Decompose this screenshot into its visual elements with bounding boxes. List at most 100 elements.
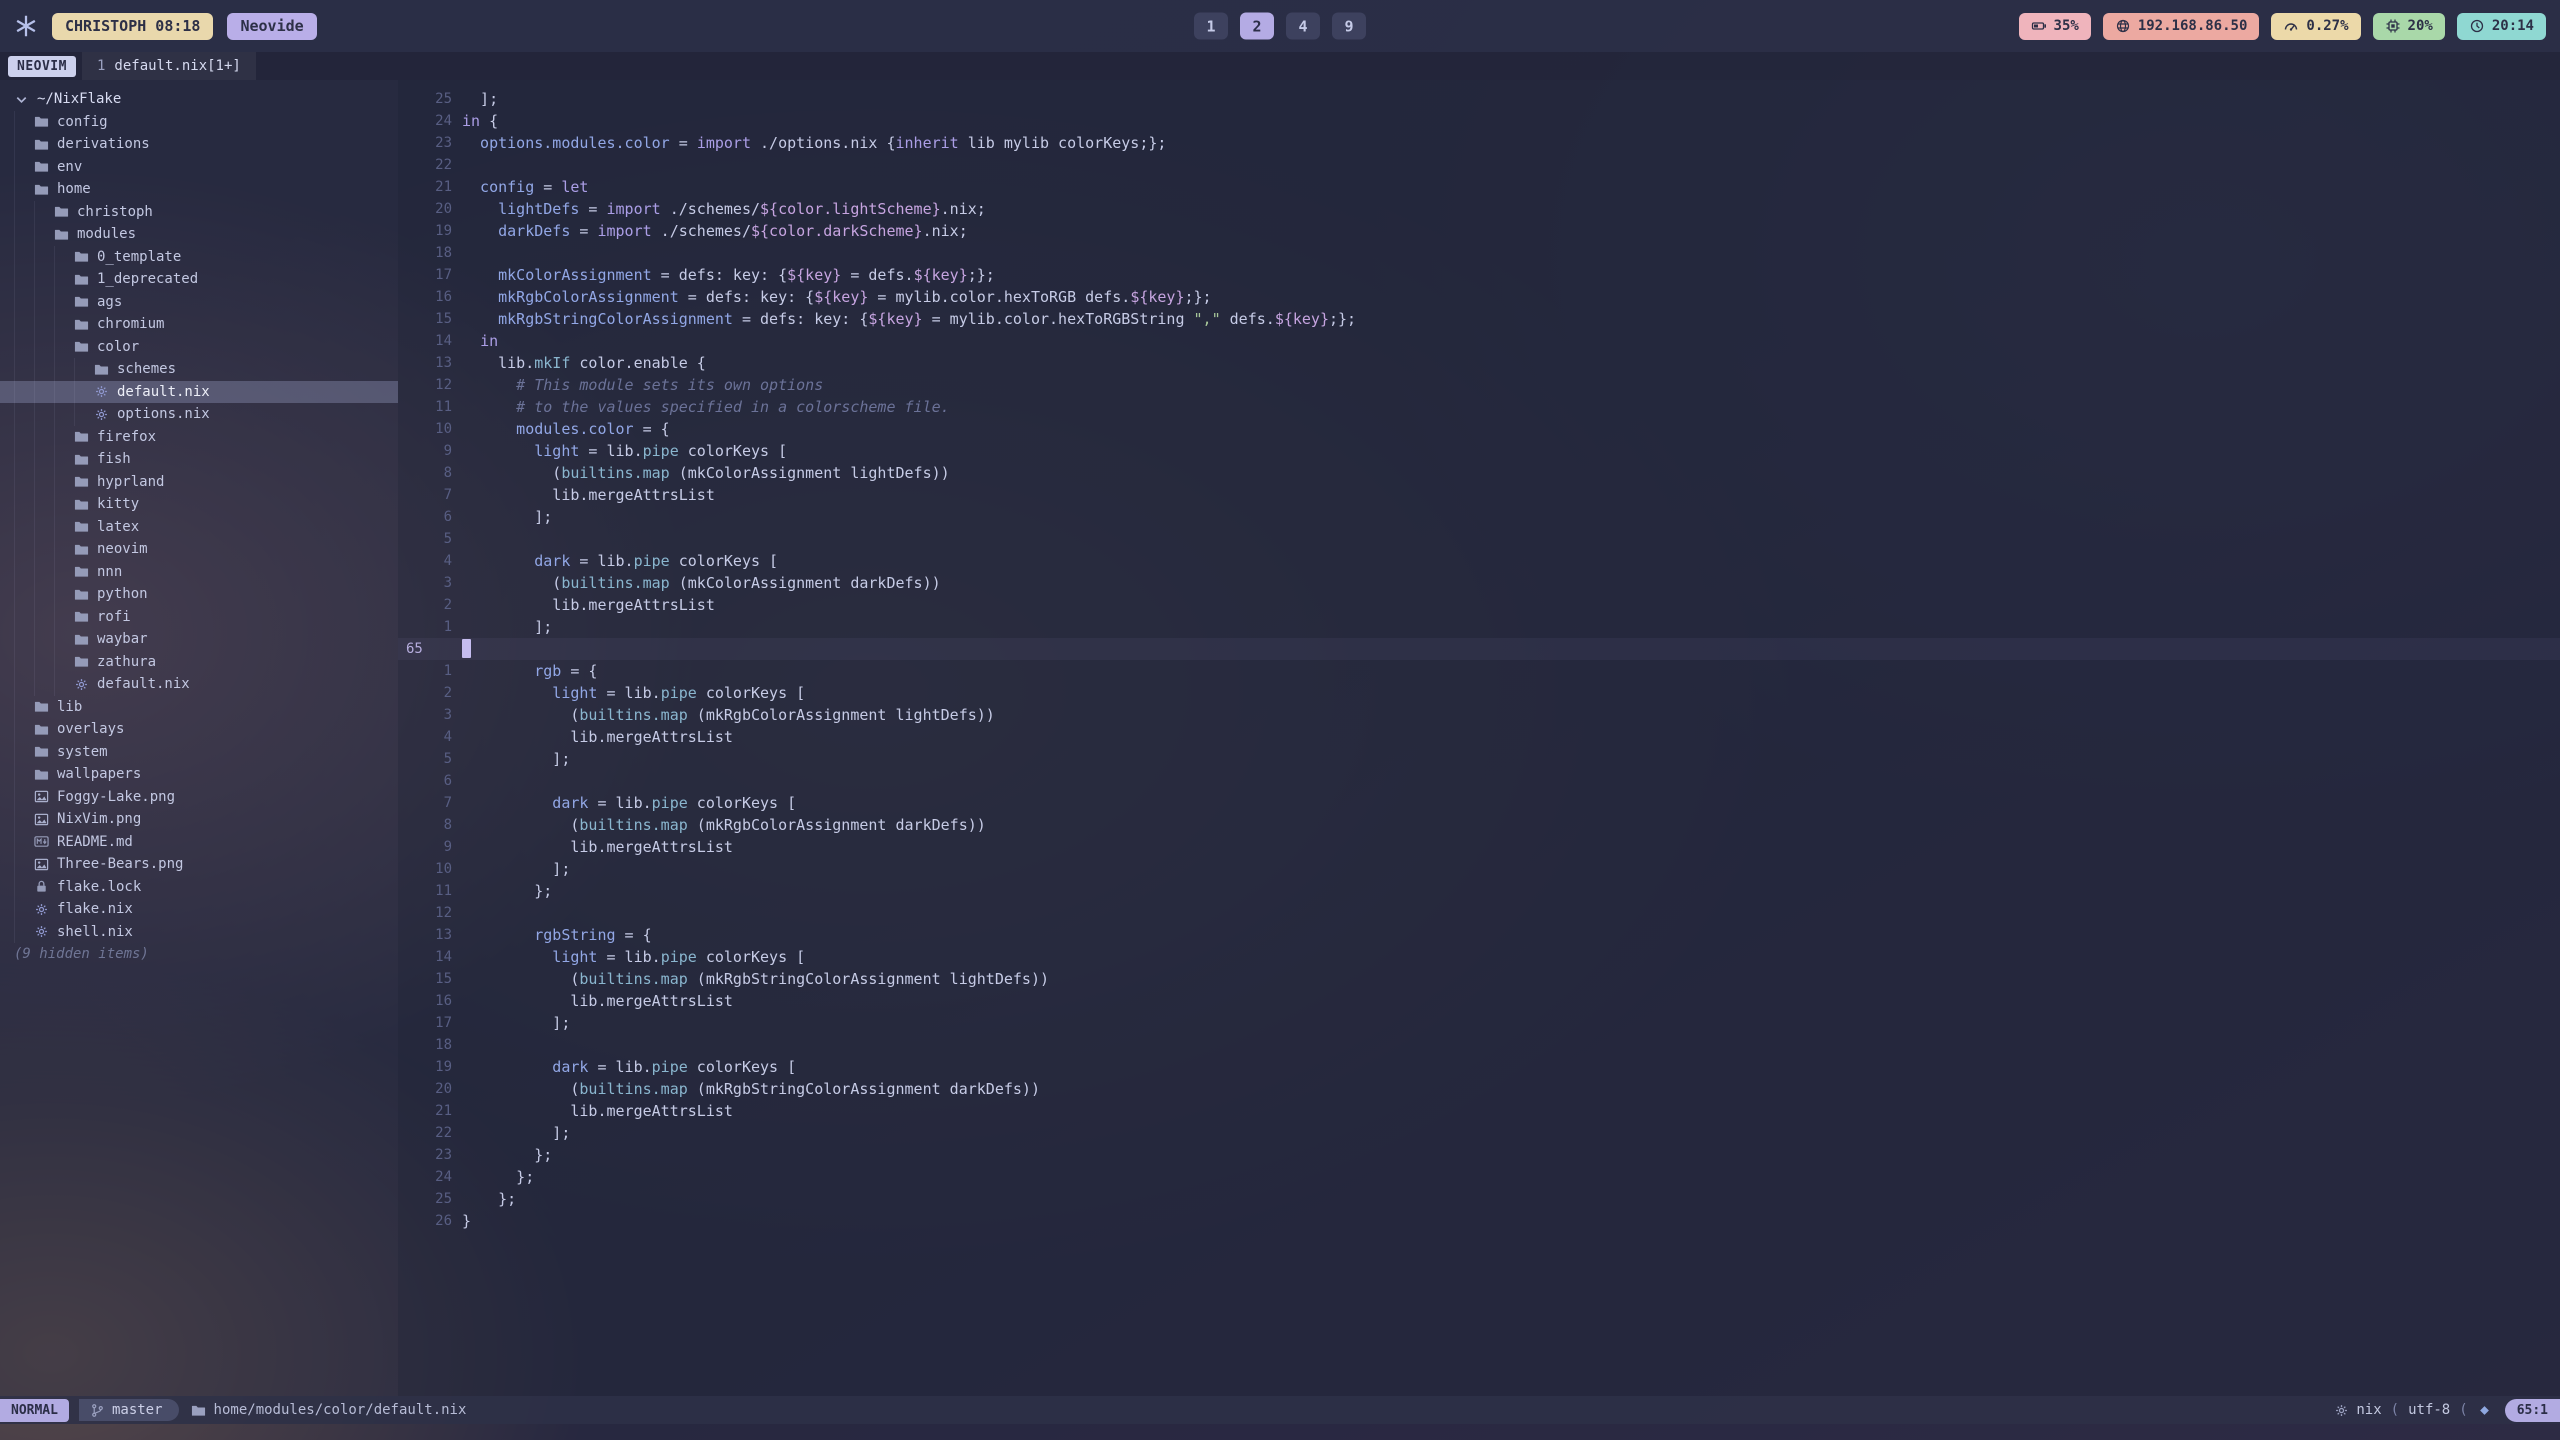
tree-item-system[interactable]: system bbox=[0, 741, 398, 764]
code-line[interactable]: 10 modules.color = { bbox=[398, 418, 2560, 440]
code-line[interactable]: 12 # This module sets its own options bbox=[398, 374, 2560, 396]
tree-item-label: default.nix bbox=[117, 384, 210, 400]
workspace-2[interactable]: 2 bbox=[1240, 13, 1274, 40]
tree-item-python[interactable]: python bbox=[0, 583, 398, 606]
tree-item-flake-lock[interactable]: flake.lock bbox=[0, 876, 398, 899]
code-line[interactable]: 1 rgb = { bbox=[398, 660, 2560, 682]
code-line[interactable]: 9 lib.mergeAttrsList bbox=[398, 836, 2560, 858]
tree-item-wallpapers[interactable]: wallpapers bbox=[0, 763, 398, 786]
code-line[interactable]: 11 # to the values specified in a colors… bbox=[398, 396, 2560, 418]
tree-item-default-nix[interactable]: default.nix bbox=[0, 673, 398, 696]
code-line[interactable]: 3 (builtins.map (mkRgbColorAssignment li… bbox=[398, 704, 2560, 726]
code-line[interactable]: 23 }; bbox=[398, 1144, 2560, 1166]
code-line[interactable]: 12 bbox=[398, 902, 2560, 924]
workspace-9[interactable]: 9 bbox=[1332, 13, 1366, 40]
code-line[interactable]: 15 mkRgbStringColorAssignment = defs: ke… bbox=[398, 308, 2560, 330]
tree-item-firefox[interactable]: firefox bbox=[0, 426, 398, 449]
tree-item-options-nix[interactable]: options.nix bbox=[0, 403, 398, 426]
code-line[interactable]: 23 options.modules.color = import ./opti… bbox=[398, 132, 2560, 154]
tree-item-0-template[interactable]: 0_template bbox=[0, 246, 398, 269]
code-line[interactable]: 15 (builtins.map (mkRgbStringColorAssign… bbox=[398, 968, 2560, 990]
tree-item-default-nix[interactable]: default.nix bbox=[0, 381, 398, 404]
tree-item-latex[interactable]: latex bbox=[0, 516, 398, 539]
tree-item-derivations[interactable]: derivations bbox=[0, 133, 398, 156]
tree-item-zathura[interactable]: zathura bbox=[0, 651, 398, 674]
code-line[interactable]: 17 mkColorAssignment = defs: key: {${key… bbox=[398, 264, 2560, 286]
tree-item-foggy-lake-png[interactable]: Foggy-Lake.png bbox=[0, 786, 398, 809]
line-text: } bbox=[462, 1210, 471, 1232]
code-line[interactable]: 16 lib.mergeAttrsList bbox=[398, 990, 2560, 1012]
code-line[interactable]: 22 bbox=[398, 154, 2560, 176]
code-line-current[interactable]: 65 bbox=[398, 638, 2560, 660]
tree-item-waybar[interactable]: waybar bbox=[0, 628, 398, 651]
code-line[interactable]: 21 lib.mergeAttrsList bbox=[398, 1100, 2560, 1122]
code-line[interactable]: 14 in bbox=[398, 330, 2560, 352]
code-line[interactable]: 21 config = let bbox=[398, 176, 2560, 198]
code-line[interactable]: 9 light = lib.pipe colorKeys [ bbox=[398, 440, 2560, 462]
code-line[interactable]: 4 dark = lib.pipe colorKeys [ bbox=[398, 550, 2560, 572]
code-line[interactable]: 5 bbox=[398, 528, 2560, 550]
line-number: 9 bbox=[398, 836, 452, 858]
tree-item-christoph[interactable]: christoph bbox=[0, 201, 398, 224]
code-line[interactable]: 7 lib.mergeAttrsList bbox=[398, 484, 2560, 506]
tree-item-neovim[interactable]: neovim bbox=[0, 538, 398, 561]
code-line[interactable]: 8 (builtins.map (mkColorAssignment light… bbox=[398, 462, 2560, 484]
code-line[interactable]: 13 lib.mkIf color.enable { bbox=[398, 352, 2560, 374]
tree-item-nixflake[interactable]: ~/NixFlake bbox=[0, 88, 398, 111]
tree-item-readme-md[interactable]: README.md bbox=[0, 831, 398, 854]
line-text: # to the values specified in a colorsche… bbox=[462, 396, 950, 418]
tree-item-home[interactable]: home bbox=[0, 178, 398, 201]
code-line[interactable]: 4 lib.mergeAttrsList bbox=[398, 726, 2560, 748]
code-line[interactable]: 11 }; bbox=[398, 880, 2560, 902]
code-line[interactable]: 5 ]; bbox=[398, 748, 2560, 770]
code-line[interactable]: 18 bbox=[398, 242, 2560, 264]
code-line[interactable]: 17 ]; bbox=[398, 1012, 2560, 1034]
code-line[interactable]: 6 ]; bbox=[398, 506, 2560, 528]
code-line[interactable]: 2 light = lib.pipe colorKeys [ bbox=[398, 682, 2560, 704]
code-line[interactable]: 13 rgbString = { bbox=[398, 924, 2560, 946]
code-line[interactable]: 3 (builtins.map (mkColorAssignment darkD… bbox=[398, 572, 2560, 594]
code-line[interactable]: 19 darkDefs = import ./schemes/${color.d… bbox=[398, 220, 2560, 242]
indent-guide bbox=[34, 606, 54, 629]
code-line[interactable]: 19 dark = lib.pipe colorKeys [ bbox=[398, 1056, 2560, 1078]
code-line[interactable]: 20 (builtins.map (mkRgbStringColorAssign… bbox=[398, 1078, 2560, 1100]
code-line[interactable]: 7 dark = lib.pipe colorKeys [ bbox=[398, 792, 2560, 814]
code-line[interactable]: 6 bbox=[398, 770, 2560, 792]
tree-item-modules[interactable]: modules bbox=[0, 223, 398, 246]
code-line[interactable]: 25 ]; bbox=[398, 88, 2560, 110]
tree-item-color[interactable]: color bbox=[0, 336, 398, 359]
tree-item-overlays[interactable]: overlays bbox=[0, 718, 398, 741]
tree-item-config[interactable]: config bbox=[0, 111, 398, 134]
tree-item-fish[interactable]: fish bbox=[0, 448, 398, 471]
tree-item-nnn[interactable]: nnn bbox=[0, 561, 398, 584]
tree-item-1-deprecated[interactable]: 1_deprecated bbox=[0, 268, 398, 291]
code-line[interactable]: 24in { bbox=[398, 110, 2560, 132]
code-line[interactable]: 18 bbox=[398, 1034, 2560, 1056]
tree-item-chromium[interactable]: chromium bbox=[0, 313, 398, 336]
code-line[interactable]: 14 light = lib.pipe colorKeys [ bbox=[398, 946, 2560, 968]
tree-item-three-bears-png[interactable]: Three-Bears.png bbox=[0, 853, 398, 876]
tree-item-lib[interactable]: lib bbox=[0, 696, 398, 719]
workspace-4[interactable]: 4 bbox=[1286, 13, 1320, 40]
code-line[interactable]: 2 lib.mergeAttrsList bbox=[398, 594, 2560, 616]
tab-default-nix[interactable]: 1 default.nix[1+] bbox=[82, 52, 256, 80]
tree-item-shell-nix[interactable]: shell.nix bbox=[0, 921, 398, 944]
tree-item-flake-nix[interactable]: flake.nix bbox=[0, 898, 398, 921]
tree-item-env[interactable]: env bbox=[0, 156, 398, 179]
tree-item-nixvim-png[interactable]: NixVim.png bbox=[0, 808, 398, 831]
code-line[interactable]: 26} bbox=[398, 1210, 2560, 1232]
tree-item-ags[interactable]: ags bbox=[0, 291, 398, 314]
code-line[interactable]: 1 ]; bbox=[398, 616, 2560, 638]
code-line[interactable]: 10 ]; bbox=[398, 858, 2560, 880]
workspace-1[interactable]: 1 bbox=[1194, 13, 1228, 40]
tree-item-schemes[interactable]: schemes bbox=[0, 358, 398, 381]
code-line[interactable]: 16 mkRgbColorAssignment = defs: key: {${… bbox=[398, 286, 2560, 308]
tree-item-hyprland[interactable]: hyprland bbox=[0, 471, 398, 494]
code-line[interactable]: 8 (builtins.map (mkRgbColorAssignment da… bbox=[398, 814, 2560, 836]
code-line[interactable]: 22 ]; bbox=[398, 1122, 2560, 1144]
code-line[interactable]: 24 }; bbox=[398, 1166, 2560, 1188]
code-line[interactable]: 20 lightDefs = import ./schemes/${color.… bbox=[398, 198, 2560, 220]
tree-item-kitty[interactable]: kitty bbox=[0, 493, 398, 516]
tree-item-rofi[interactable]: rofi bbox=[0, 606, 398, 629]
code-line[interactable]: 25 }; bbox=[398, 1188, 2560, 1210]
